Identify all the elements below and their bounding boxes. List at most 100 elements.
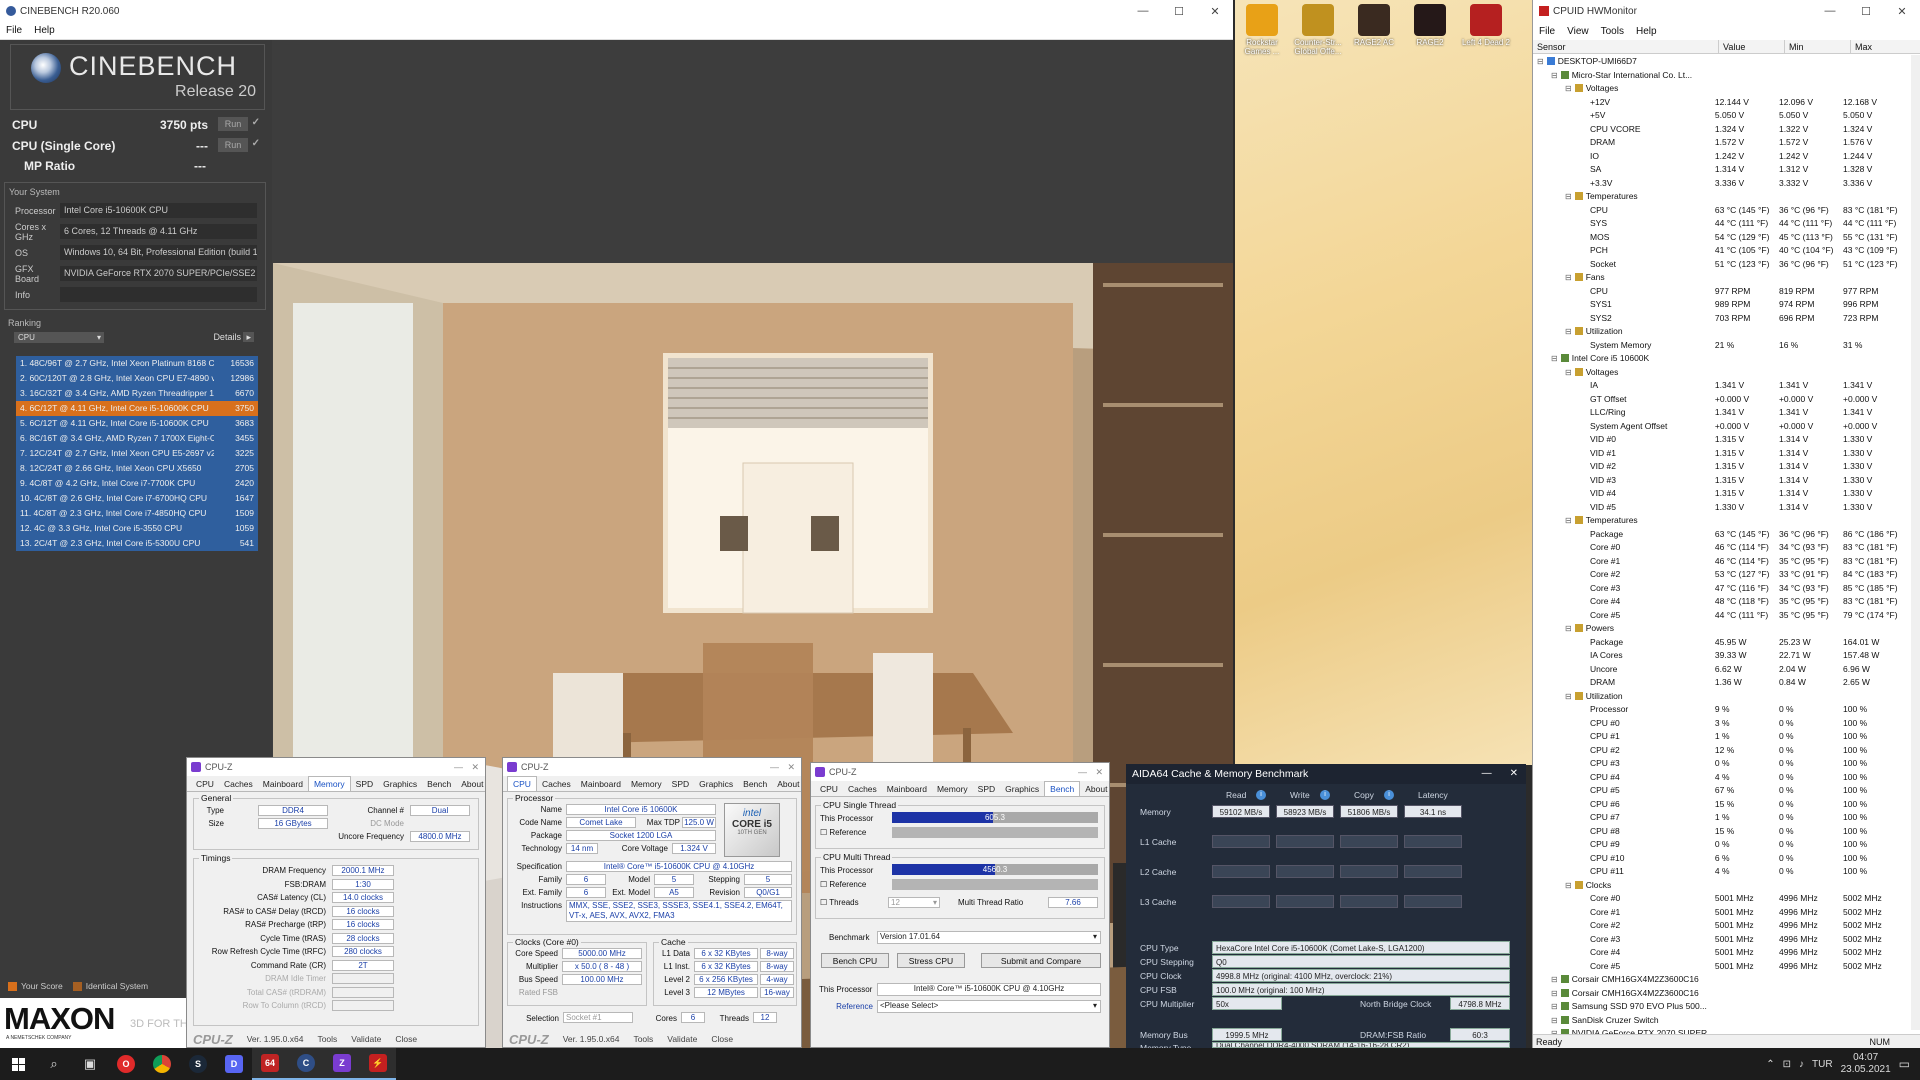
expand-toggle-icon[interactable]: ⊟ (1551, 975, 1558, 984)
sensor-row[interactable]: Core #4 5001 MHz 4996 MHz 5002 MHz (1533, 946, 1911, 960)
tab-spd[interactable]: SPD (351, 777, 378, 791)
close-icon[interactable]: ✕ (471, 758, 479, 776)
expand-toggle-icon[interactable]: ⊟ (1551, 354, 1558, 363)
sensor-row[interactable]: Socket 51 °C (123 °F) 36 °C (96 °F) 51 °C (… (1533, 258, 1911, 272)
sensor-row[interactable]: CPU #3 0 % 0 % 100 % (1533, 757, 1911, 771)
sensor-row[interactable]: CPU #7 1 % 0 % 100 % (1533, 811, 1911, 825)
minimize-icon[interactable]: — (454, 758, 463, 776)
sensor-row[interactable]: VID #5 1.330 V 1.314 V 1.330 V (1533, 501, 1911, 515)
tab-graphics[interactable]: Graphics (378, 777, 422, 791)
ranking-row[interactable]: 7. 12C/24T @ 2.7 GHz, Intel Xeon CPU E5-… (16, 446, 258, 461)
ranking-row[interactable]: 12. 4C @ 3.3 GHz, Intel Core i5-3550 CPU… (16, 521, 258, 536)
sensor-row[interactable]: Package 45.95 W 25.23 W 164.01 W (1533, 636, 1911, 650)
tab-caches[interactable]: Caches (843, 782, 882, 796)
tab-about[interactable]: About (456, 777, 488, 791)
cinebench-taskbar-button[interactable]: C (288, 1048, 324, 1080)
hw-menu-help[interactable]: Help (1636, 26, 1657, 37)
sensor-row[interactable]: ⊟ Corsair CMH16GX4M2Z3600C16 (1533, 973, 1911, 987)
tab-memory[interactable]: Memory (932, 782, 973, 796)
sensor-row[interactable]: System Memory 21 % 16 % 31 % (1533, 339, 1911, 353)
discord-button[interactable]: D (216, 1048, 252, 1080)
tab-cpu[interactable]: CPU (507, 776, 537, 791)
sensor-row[interactable]: CPU #6 15 % 0 % 100 % (1533, 798, 1911, 812)
ranking-row[interactable]: 11. 4C/8T @ 2.3 GHz, Intel Core i7-4850H… (16, 506, 258, 521)
sensor-row[interactable]: PCH 41 °C (105 °F) 40 °C (104 °F) 43 °C (10… (1533, 244, 1911, 258)
sensor-row[interactable]: CPU #8 15 % 0 % 100 % (1533, 825, 1911, 839)
sensor-row[interactable]: CPU #1 1 % 0 % 100 % (1533, 730, 1911, 744)
start-button[interactable] (0, 1048, 36, 1080)
hw-menu-file[interactable]: File (1539, 26, 1555, 37)
expand-toggle-icon[interactable]: ⊟ (1537, 57, 1544, 66)
tab-cpu[interactable]: CPU (191, 777, 219, 791)
threads-checkbox[interactable]: ☐ Threads (820, 898, 859, 907)
expand-toggle-icon[interactable]: ⊟ (1551, 989, 1558, 998)
sensor-row[interactable]: CPU 63 °C (145 °F) 36 °C (96 °F) 83 °C (181… (1533, 204, 1911, 218)
sensor-row[interactable]: Processor 9 % 0 % 100 % (1533, 703, 1911, 717)
col-sensor[interactable]: Sensor (1533, 40, 1719, 53)
sensor-row[interactable]: ⊟ Temperatures (1533, 190, 1911, 204)
maximize-icon[interactable]: ☐ (1848, 5, 1884, 18)
tab-memory[interactable]: Memory (307, 776, 351, 791)
menu-file[interactable]: File (6, 25, 22, 36)
volume-icon[interactable]: ♪ (1799, 1059, 1804, 1070)
sensor-row[interactable]: ⊟ Clocks (1533, 879, 1911, 893)
sensor-row[interactable]: ⊟ Utilization (1533, 325, 1911, 339)
sensor-row[interactable]: CPU #2 12 % 0 % 100 % (1533, 744, 1911, 758)
expand-toggle-icon[interactable]: ⊟ (1565, 368, 1572, 377)
sensor-row[interactable]: ⊟ DESKTOP-UMI66D7 (1533, 55, 1911, 69)
tab-caches[interactable]: Caches (537, 777, 576, 791)
sensor-row[interactable]: Core #5 5001 MHz 4996 MHz 5002 MHz (1533, 960, 1911, 974)
hw-scrollbar[interactable] (1911, 55, 1920, 1030)
tab-cpu[interactable]: CPU (815, 782, 843, 796)
sensor-row[interactable]: VID #4 1.315 V 1.314 V 1.330 V (1533, 487, 1911, 501)
minimize-icon[interactable]: — (770, 758, 779, 776)
close-icon[interactable]: ✕ (1884, 5, 1920, 18)
ranking-row[interactable]: 9. 4C/8T @ 4.2 GHz, Intel Core i7-7700K … (16, 476, 258, 491)
sensor-row[interactable]: Core #1 46 °C (114 °F) 35 °C (95 °F) 83 °C … (1533, 555, 1911, 569)
info-icon[interactable]: i (1320, 790, 1330, 800)
expand-toggle-icon[interactable]: ⊟ (1551, 71, 1558, 80)
validate-button[interactable]: Validate (667, 1034, 697, 1044)
ranking-row[interactable]: 5. 6C/12T @ 4.11 GHz, Intel Core i5-1060… (16, 416, 258, 431)
minimize-icon[interactable]: — (1078, 763, 1087, 781)
ranking-row[interactable]: 3. 16C/32T @ 3.4 GHz, AMD Ryzen Threadri… (16, 386, 258, 401)
close-icon[interactable]: ✕ (787, 758, 795, 776)
ranking-row[interactable]: 6. 8C/16T @ 3.4 GHz, AMD Ryzen 7 1700X E… (16, 431, 258, 446)
sensor-row[interactable]: VID #3 1.315 V 1.314 V 1.330 V (1533, 474, 1911, 488)
chrome-button[interactable] (144, 1048, 180, 1080)
expand-toggle-icon[interactable]: ⊟ (1565, 327, 1572, 336)
hw-menu-tools[interactable]: Tools (1601, 26, 1624, 37)
ranking-row[interactable]: 1. 48C/96T @ 2.7 GHz, Intel Xeon Platinu… (16, 356, 258, 371)
sensor-row[interactable]: SYS 44 °C (111 °F) 44 °C (111 °F) 44 °C (11… (1533, 217, 1911, 231)
col-min[interactable]: Min (1785, 40, 1851, 53)
tab-graphics[interactable]: Graphics (694, 777, 738, 791)
sensor-row[interactable]: GT Offset +0.000 V +0.000 V +0.000 V (1533, 393, 1911, 407)
sensor-row[interactable]: SYS1 989 RPM 974 RPM 996 RPM (1533, 298, 1911, 312)
sensor-row[interactable]: VID #2 1.315 V 1.314 V 1.330 V (1533, 460, 1911, 474)
expand-toggle-icon[interactable]: ⊟ (1565, 192, 1572, 201)
col-value[interactable]: Value (1719, 40, 1785, 53)
hwmonitor-taskbar-button[interactable]: ⚡ (360, 1048, 396, 1080)
close-button[interactable]: Close (395, 1034, 417, 1044)
close-icon[interactable]: ✕ (1197, 5, 1233, 18)
tab-about[interactable]: About (772, 777, 804, 791)
sensor-row[interactable]: SYS2 703 RPM 696 RPM 723 RPM (1533, 312, 1911, 326)
sensor-row[interactable]: CPU #0 3 % 0 % 100 % (1533, 717, 1911, 731)
expand-toggle-icon[interactable]: ⊟ (1565, 692, 1572, 701)
sensor-row[interactable]: Core #1 5001 MHz 4996 MHz 5002 MHz (1533, 906, 1911, 920)
info-icon[interactable]: i (1384, 790, 1394, 800)
expand-toggle-icon[interactable]: ⊟ (1565, 273, 1572, 282)
sensor-row[interactable]: ⊟ Temperatures (1533, 514, 1911, 528)
sensor-row[interactable]: IA Cores 39.33 W 22.71 W 157.48 W (1533, 649, 1911, 663)
menu-help[interactable]: Help (34, 25, 55, 36)
sensor-row[interactable]: ⊟ Micro-Star International Co. Lt... (1533, 69, 1911, 83)
sensor-row[interactable]: CPU #10 6 % 0 % 100 % (1533, 852, 1911, 866)
sensor-row[interactable]: Core #0 46 °C (114 °F) 34 °C (93 °F) 83 °C … (1533, 541, 1911, 555)
sensor-row[interactable]: VID #1 1.315 V 1.314 V 1.330 V (1533, 447, 1911, 461)
tab-mainboard[interactable]: Mainboard (576, 777, 626, 791)
minimize-icon[interactable]: — (1125, 5, 1161, 18)
desktop-shortcut[interactable]: RAGE2 AC (1348, 4, 1400, 47)
sensor-row[interactable]: IA 1.341 V 1.341 V 1.341 V (1533, 379, 1911, 393)
tab-graphics[interactable]: Graphics (1000, 782, 1044, 796)
details-button[interactable]: Details ▸ (213, 332, 254, 343)
